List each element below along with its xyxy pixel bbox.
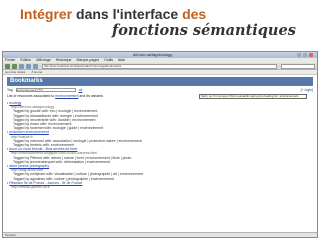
- entry-url: http://reseau-jaunes.idf.fr: [11, 185, 50, 190]
- page-header: Bookmarks: [7, 77, 313, 86]
- login-link[interactable]: [+ login]: [301, 88, 313, 92]
- slide-title: Intégrer dans l'interface des fonctions …: [0, 0, 320, 52]
- menu-history[interactable]: Historique: [56, 58, 72, 63]
- list-item: • ecology http://del.icio.us/tag/ecology…: [7, 101, 313, 130]
- menu-tools[interactable]: Outils: [104, 58, 113, 63]
- menu-file[interactable]: Fichier: [5, 58, 16, 63]
- browser-window: del.icio.us/tag/ecology Fichier Édition …: [2, 51, 318, 238]
- list-item: • Réseaux Île de France - Jaunes - Île d…: [7, 181, 313, 189]
- menu-view[interactable]: Affichage: [36, 58, 51, 63]
- filter-label: Tag: [7, 88, 13, 92]
- url-field[interactable]: http://ksemwebtest.tocdotperlowiki.fr/c/…: [42, 63, 277, 69]
- nav-toolbar: http://ksemwebtest.tocdotperlowiki.fr/c/…: [3, 63, 317, 70]
- home-icon[interactable]: [33, 63, 38, 69]
- list-item: • protection-environnement http://nature…: [7, 130, 313, 147]
- tag-filter-input[interactable]: environnement (??): [15, 88, 76, 92]
- menu-help[interactable]: Aide: [118, 58, 125, 63]
- list-intro-suffix: and its variants: [79, 94, 103, 98]
- slide-title-line1: Intégrer dans l'interface des: [20, 6, 206, 22]
- bookmark-list: • ecology http://del.icio.us/tag/ecology…: [7, 101, 313, 189]
- status-bar: Terminé: [3, 232, 317, 237]
- menu-bookmarks[interactable]: Marque-pages: [77, 58, 100, 63]
- stop-icon[interactable]: [26, 63, 31, 69]
- reload-icon[interactable]: [19, 63, 24, 69]
- window-titlebar: del.icio.us/tag/ecology: [3, 52, 317, 58]
- page-content: Bookmarks Tag environnement (??) ok [+ l…: [3, 75, 317, 234]
- search-input[interactable]: [281, 63, 315, 69]
- title-word-3: des: [182, 6, 207, 22]
- filter-submit-link[interactable]: ok: [79, 88, 83, 92]
- forward-icon[interactable]: [12, 63, 17, 69]
- menu-edit[interactable]: Édition: [21, 58, 32, 63]
- title-word-1: Intégrer: [20, 6, 73, 22]
- maximize-icon[interactable]: [303, 53, 307, 57]
- list-intro-text: List of resources associated to: [7, 94, 55, 98]
- entry-title[interactable]: protection-environnement: [9, 130, 49, 134]
- close-icon[interactable]: [309, 53, 313, 57]
- tooltip: Sorry: so I'm not sure if this is semant…: [199, 94, 307, 99]
- list-intro-tag[interactable]: environnement: [55, 94, 78, 98]
- window-title: del.icio.us/tag/ecology: [133, 52, 173, 57]
- title-word-2: dans l'interface: [76, 6, 179, 22]
- list-item: • arbre jardins photography http://blog-…: [7, 164, 313, 181]
- list-item: • Anne-ce-Nord Monde - Bois sechés de fo…: [7, 147, 313, 164]
- minimize-icon[interactable]: [297, 53, 301, 57]
- slide-subtitle: fonctions sémantiques: [112, 22, 296, 39]
- bookmark-headlines[interactable]: À la une: [31, 70, 42, 74]
- back-icon[interactable]: [5, 63, 10, 69]
- bookmark-most-visited[interactable]: Les plus visités: [5, 70, 25, 74]
